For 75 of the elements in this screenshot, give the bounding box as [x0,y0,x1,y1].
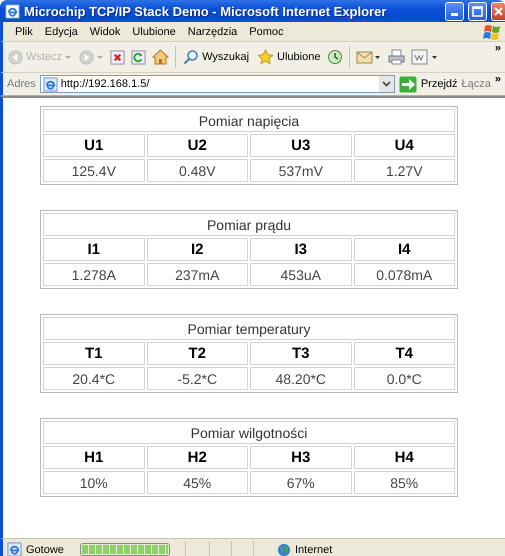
home-icon[interactable] [152,49,170,65]
minimize-button[interactable] [445,2,464,20]
document-icon[interactable] [411,49,440,65]
history-icon[interactable] [327,49,344,65]
table-cell: 125.4V [43,159,144,182]
column-header: U3 [250,134,352,157]
table-cell: 85% [354,471,455,494]
star-icon [257,49,274,65]
table-cell: 537mV [250,159,352,182]
mail-icon[interactable] [356,49,382,65]
address-field[interactable]: http://192.168.1.5/ [40,75,395,93]
table-cell: 0.078mA [354,263,455,286]
maximize-button[interactable] [468,2,487,20]
table-cell: 0.0*C [354,367,455,390]
column-header: U1 [43,134,144,157]
zone-text: Internet [295,544,332,556]
table-title: Pomiar prądu [43,213,455,236]
menu-item[interactable]: Widok [84,26,126,38]
menu-item[interactable]: Narzędzia [182,26,244,38]
table-cell: 237mA [146,263,248,286]
links-overflow-button[interactable]: » [494,73,501,85]
menu-item[interactable]: Edycja [38,26,84,38]
page-icon [42,76,58,92]
column-header: T2 [146,342,248,365]
table-cell: 0.48V [146,159,248,182]
column-header: H3 [250,446,352,469]
column-header: U4 [354,134,455,157]
menu-item[interactable]: Pomoc [243,26,290,38]
table-title: Pomiar napięcia [43,109,455,132]
address-label: Adres [7,78,36,90]
table-cell: -5.2*C [146,367,248,390]
menu-item[interactable]: Plik [9,26,39,38]
maximize-icon [472,6,483,16]
table-cell: 1.27V [354,159,455,182]
window-title: Microchip TCP/IP Stack Demo - Microsoft Internet Explorer [24,4,388,18]
column-header: T1 [43,342,144,365]
menu-item[interactable]: Ulubione [126,26,182,38]
page-icon [7,542,22,556]
table-cell: 20.4*C [43,367,144,390]
minimize-icon [451,12,458,16]
column-header: U2 [146,134,248,157]
table-title: Pomiar wilgotności [43,421,455,444]
table-cell: 45% [146,471,248,494]
search-button[interactable]: Wyszukaj [182,47,250,67]
column-header: I3 [250,238,352,261]
column-header: I4 [354,238,455,261]
globe-icon [277,542,291,556]
chevron-down-icon [382,81,391,87]
table-title: Pomiar temperatury [43,317,455,340]
column-header: T4 [354,342,455,365]
arrow-right-icon [398,76,417,92]
favorites-button[interactable]: Ulubione [256,47,322,67]
links-label[interactable]: Łącza [462,78,491,90]
column-header: I1 [43,238,144,261]
status-text: Gotowe [26,544,64,556]
column-header: I2 [146,238,248,261]
dropdown-button[interactable] [378,76,394,92]
close-icon [493,6,504,16]
close-button[interactable] [491,2,505,20]
column-header: H2 [146,446,248,469]
browser-icon [5,4,20,18]
table-cell: 1.278A [43,263,144,286]
search-icon [183,49,200,65]
table-cell: 48.20*C [250,367,352,390]
column-header: H4 [354,446,455,469]
printer-icon[interactable] [388,49,406,65]
table-cell: 453uA [250,263,352,286]
table-cell: 10% [43,471,144,494]
column-header: T3 [250,342,352,365]
column-header: H1 [43,446,144,469]
refresh-icon[interactable] [131,50,146,64]
toolbar-overflow-button[interactable]: » [494,42,501,54]
table-cell: 67% [250,471,352,494]
go-button[interactable]: Przejdź [398,76,458,92]
stop-icon[interactable] [110,50,126,64]
